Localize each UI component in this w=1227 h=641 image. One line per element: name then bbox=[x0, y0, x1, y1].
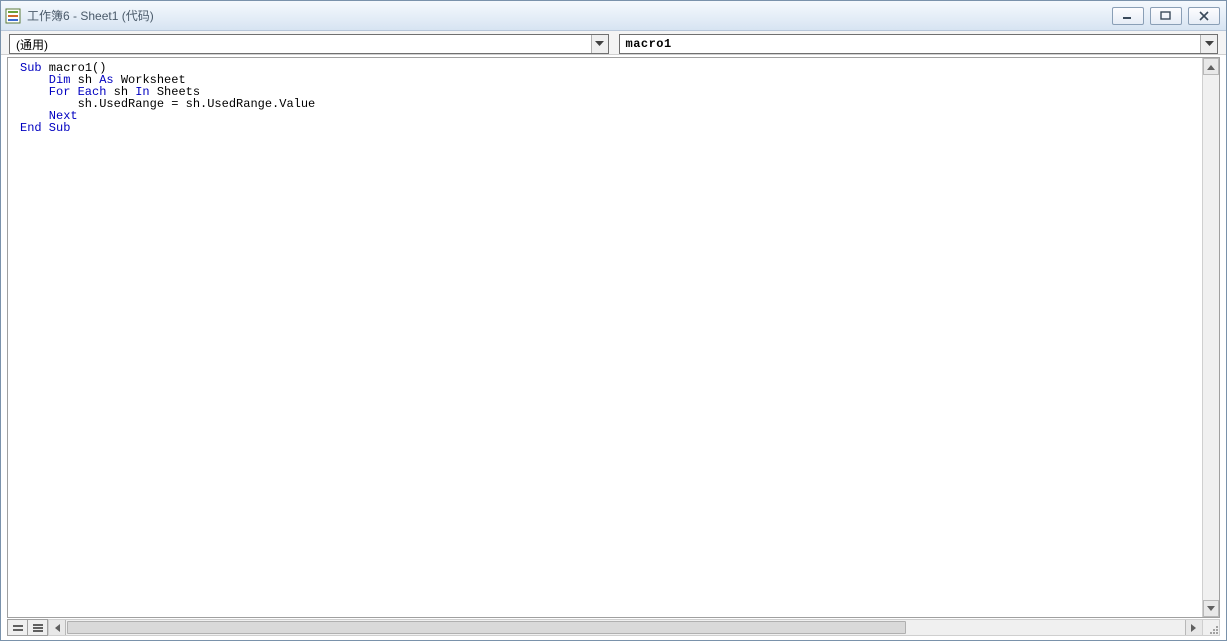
horizontal-scrollbar[interactable] bbox=[48, 619, 1203, 636]
vertical-scroll-track[interactable] bbox=[1203, 75, 1219, 600]
window-controls bbox=[1112, 7, 1220, 25]
vertical-scrollbar[interactable] bbox=[1202, 58, 1219, 617]
view-mode-buttons bbox=[7, 619, 48, 636]
procedure-dropdown[interactable]: macro1 bbox=[619, 34, 1219, 54]
close-button[interactable] bbox=[1188, 7, 1220, 25]
horizontal-scroll-thumb[interactable] bbox=[67, 621, 906, 634]
scroll-up-button[interactable] bbox=[1203, 58, 1219, 75]
code-viewport[interactable]: Sub macro1() Dim sh As Worksheet For Eac… bbox=[8, 60, 1202, 617]
app-icon bbox=[5, 8, 21, 24]
dropdown-toolbar: (通用) macro1 bbox=[1, 31, 1226, 55]
bottom-bar bbox=[7, 619, 1220, 636]
code-text[interactable]: Sub macro1() Dim sh As Worksheet For Eac… bbox=[20, 62, 1202, 617]
minimize-button[interactable] bbox=[1112, 7, 1144, 25]
resize-grip[interactable] bbox=[1203, 619, 1220, 636]
procedure-dropdown-value: macro1 bbox=[620, 37, 1201, 51]
object-dropdown-value: (通用) bbox=[10, 36, 591, 53]
horizontal-scroll-track[interactable] bbox=[66, 620, 1185, 635]
scroll-right-button[interactable] bbox=[1185, 620, 1202, 635]
full-module-view-button[interactable] bbox=[28, 620, 48, 635]
vba-code-window: 工作簿6 - Sheet1 (代码) (通用) macro1 bbox=[0, 0, 1227, 641]
scroll-left-button[interactable] bbox=[49, 620, 66, 635]
maximize-button[interactable] bbox=[1150, 7, 1182, 25]
scroll-down-button[interactable] bbox=[1203, 600, 1219, 617]
object-dropdown[interactable]: (通用) bbox=[9, 34, 609, 54]
code-editor[interactable]: Sub macro1() Dim sh As Worksheet For Eac… bbox=[7, 57, 1220, 618]
chevron-down-icon bbox=[591, 35, 608, 53]
procedure-view-button[interactable] bbox=[8, 620, 28, 635]
window-title: 工作簿6 - Sheet1 (代码) bbox=[27, 7, 1112, 24]
chevron-down-icon bbox=[1200, 35, 1217, 53]
titlebar[interactable]: 工作簿6 - Sheet1 (代码) bbox=[1, 1, 1226, 31]
